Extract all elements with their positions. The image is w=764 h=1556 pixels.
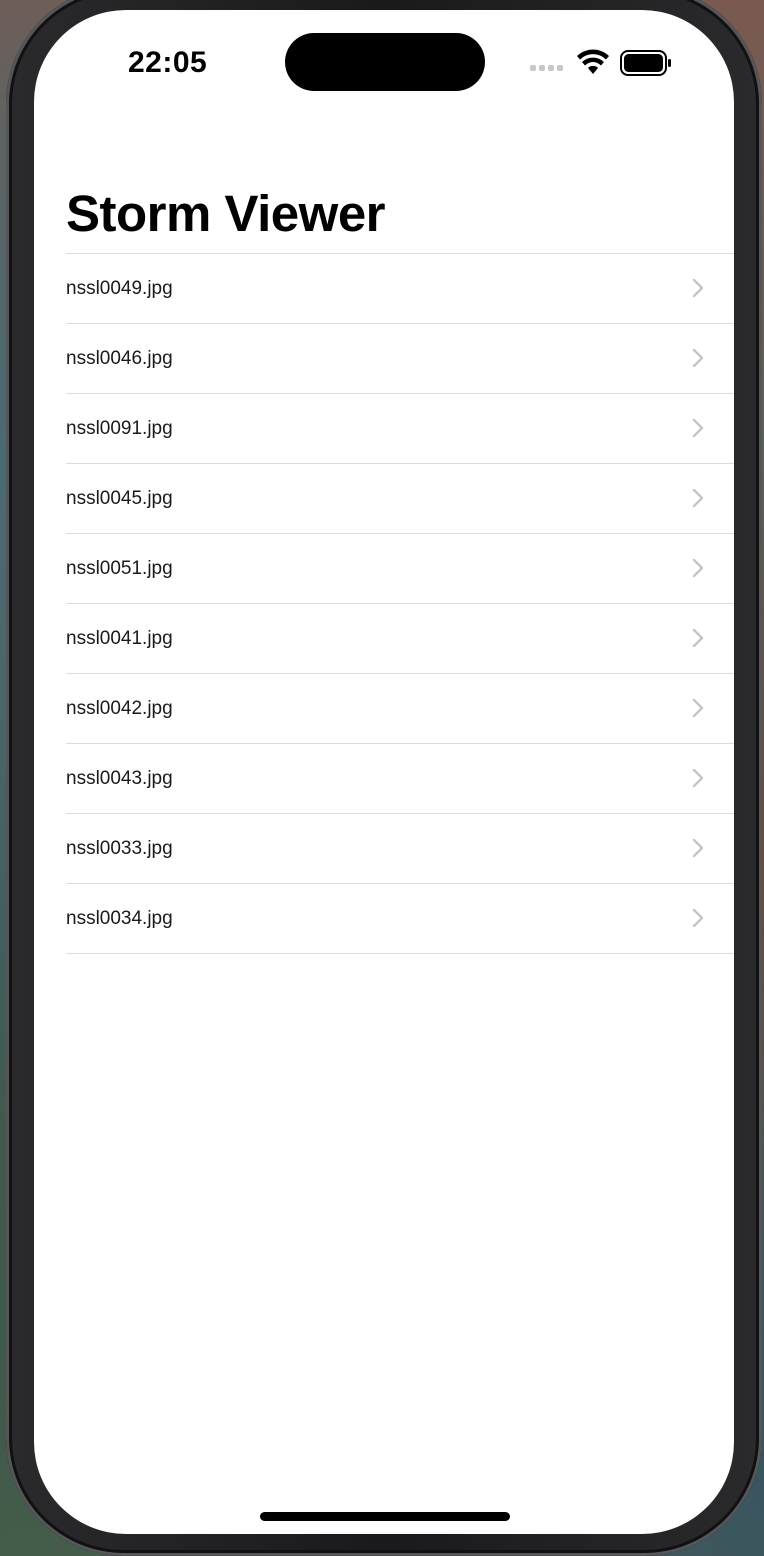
list-item[interactable]: nssl0043.jpg (66, 744, 734, 814)
cellular-signal-icon (530, 65, 563, 71)
battery-icon (620, 50, 671, 76)
chevron-right-icon (692, 488, 704, 508)
chevron-right-icon (692, 698, 704, 718)
list-item[interactable]: nssl0091.jpg (66, 394, 734, 464)
list-item[interactable]: nssl0046.jpg (66, 324, 734, 394)
status-time: 22:05 (128, 46, 208, 79)
list-item-label: nssl0046.jpg (66, 347, 173, 369)
list-item[interactable]: nssl0041.jpg (66, 604, 734, 674)
list-item[interactable]: nssl0045.jpg (66, 464, 734, 534)
list-item-label: nssl0041.jpg (66, 627, 173, 649)
chevron-right-icon (692, 278, 704, 298)
list-item[interactable]: nssl0049.jpg (66, 254, 734, 324)
chevron-right-icon (692, 558, 704, 578)
list-item[interactable]: nssl0033.jpg (66, 814, 734, 884)
dynamic-island (285, 33, 485, 91)
chevron-right-icon (692, 628, 704, 648)
list-item-label: nssl0043.jpg (66, 767, 173, 789)
status-bar: 22:05 (34, 10, 734, 120)
list-item-label: nssl0042.jpg (66, 697, 173, 719)
chevron-right-icon (692, 418, 704, 438)
list-item-label: nssl0033.jpg (66, 837, 173, 859)
chevron-right-icon (692, 768, 704, 788)
list-item[interactable]: nssl0042.jpg (66, 674, 734, 744)
list-item-label: nssl0091.jpg (66, 417, 173, 439)
image-list: nssl0049.jpg nssl0046.jpg nssl0091.jpg nssl… (66, 253, 734, 954)
home-indicator[interactable] (260, 1512, 510, 1521)
list-item-label: nssl0045.jpg (66, 487, 173, 509)
wifi-icon (577, 49, 609, 74)
list-item[interactable]: nssl0034.jpg (66, 884, 734, 954)
list-item[interactable]: nssl0051.jpg (66, 534, 734, 604)
list-item-label: nssl0034.jpg (66, 907, 173, 929)
app-screen: 22:05 Storm Viewer nssl0049.jpg nssl0046.… (34, 10, 734, 1534)
chevron-right-icon (692, 348, 704, 368)
chevron-right-icon (692, 838, 704, 858)
list-item-label: nssl0049.jpg (66, 277, 173, 299)
page-title: Storm Viewer (66, 185, 386, 242)
chevron-right-icon (692, 908, 704, 928)
list-item-label: nssl0051.jpg (66, 557, 173, 579)
